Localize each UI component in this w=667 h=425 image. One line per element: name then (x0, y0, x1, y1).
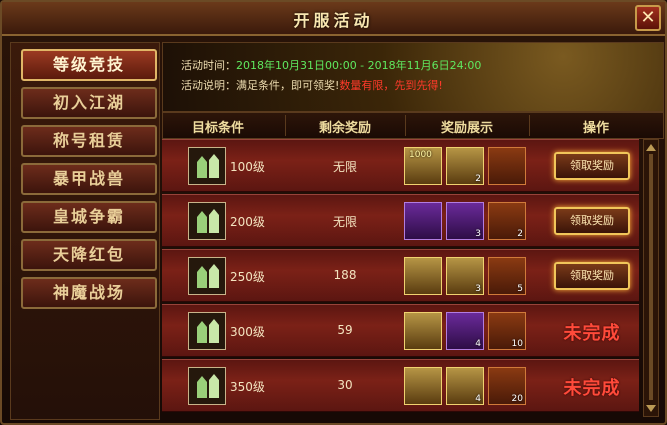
scrollbar[interactable] (643, 139, 659, 417)
reward-count: 5 (517, 284, 523, 294)
scroll-up-icon[interactable] (646, 144, 656, 151)
window-title: 开服活动 (293, 11, 374, 30)
target-level: 200级 (230, 215, 265, 229)
level-up-icon (188, 312, 226, 350)
table-row: 300级 59 4 10 未完成 (162, 304, 639, 357)
event-desc-label: 活动说明：满足条件，即可领奖! (181, 79, 340, 92)
reward-count: 2 (517, 229, 523, 239)
green-armor-icon[interactable] (404, 202, 442, 240)
orange-gem-icon[interactable]: 5 (488, 257, 526, 295)
header-divider (405, 115, 406, 136)
event-banner: 活动时间：2018年10月31日00:00 - 2018年11月6日24:00 … (162, 42, 664, 112)
table-row: 250级 188 3 5 领取奖励 (162, 249, 639, 302)
event-time-value: 2018年10月31日00:00 - 2018年11月6日24:00 (236, 59, 482, 72)
remaining-count: 188 (333, 268, 357, 282)
gold-ticket-icon[interactable]: 2 (446, 147, 484, 185)
reward-count: 2 (475, 174, 481, 184)
gold-ingot-icon[interactable]: 1000 (404, 147, 442, 185)
table-row: 100级 无限 1000 2 领取奖励 (162, 139, 639, 192)
close-button[interactable]: ✕ (635, 5, 661, 31)
event-desc-line: 活动说明：满足条件，即可领奖!数量有限，先到先得! (181, 77, 443, 93)
table-row: 200级 无限 3 2 领取奖励 (162, 194, 639, 247)
header-target: 目标条件 (191, 121, 244, 136)
level-up-icon (188, 367, 226, 405)
reward-count: 20 (511, 394, 523, 404)
gold-ticket-icon[interactable]: 3 (446, 257, 484, 295)
orange-gem-icon[interactable] (488, 147, 526, 185)
sidebar: 等级竞技 初入江湖 称号租赁 暴甲战兽 皇城争霸 天降红包 神魔战场 (10, 42, 160, 420)
gold-ticket-icon[interactable]: 4 (446, 367, 484, 405)
sidebar-item-title-rental[interactable]: 称号租赁 (21, 125, 157, 157)
orange-gem-icon[interactable]: 10 (488, 312, 526, 350)
reward-count: 3 (475, 284, 481, 294)
incomplete-status: 未完成 (563, 323, 621, 344)
claim-reward-button[interactable]: 领取奖励 (554, 207, 630, 235)
scroll-down-icon[interactable] (646, 405, 656, 412)
sidebar-item-city-war[interactable]: 皇城争霸 (21, 201, 157, 233)
header-divider (285, 115, 286, 136)
target-level: 100级 (230, 160, 265, 174)
header-divider (529, 115, 530, 136)
reward-count: 3 (475, 229, 481, 239)
orange-gem-icon[interactable]: 20 (488, 367, 526, 405)
green-helm-icon[interactable] (404, 312, 442, 350)
sidebar-item-armor-beast[interactable]: 暴甲战兽 (21, 163, 157, 195)
sidebar-item-battlefield[interactable]: 神魔战场 (21, 277, 157, 309)
level-up-icon (188, 202, 226, 240)
scroll-track[interactable] (649, 154, 653, 400)
level-up-icon (188, 257, 226, 295)
reward-count: 4 (475, 339, 481, 349)
event-time-label: 活动时间： (181, 59, 236, 72)
orange-gem-icon[interactable]: 2 (488, 202, 526, 240)
dagger-icon[interactable]: 3 (446, 202, 484, 240)
incomplete-status: 未完成 (563, 378, 621, 399)
remaining-count: 无限 (332, 160, 357, 174)
table-header: 目标条件 剩余奖励 奖励展示 操作 (162, 112, 664, 139)
claim-reward-button[interactable]: 领取奖励 (554, 262, 630, 290)
target-level: 300级 (230, 325, 265, 339)
sidebar-item-jianghu[interactable]: 初入江湖 (21, 87, 157, 119)
table-row: 350级 30 4 20 未完成 (162, 359, 639, 412)
event-time-line: 活动时间：2018年10月31日00:00 - 2018年11月6日24:00 (181, 57, 481, 73)
sidebar-item-level-race[interactable]: 等级竞技 (21, 49, 157, 81)
header-action: 操作 (582, 121, 609, 136)
green-helm-icon[interactable] (404, 257, 442, 295)
event-window: 开服活动 ✕ 等级竞技 初入江湖 称号租赁 暴甲战兽 皇城争霸 天降红包 神魔战… (0, 0, 667, 425)
target-level: 350级 (230, 380, 265, 394)
dagger-icon[interactable]: 4 (446, 312, 484, 350)
event-desc-highlight: 数量有限，先到先得! (339, 79, 443, 92)
reward-count: 10 (511, 339, 523, 349)
header-rewards: 奖励展示 (440, 121, 493, 136)
reward-label: 1000 (409, 150, 432, 160)
level-up-icon (188, 147, 226, 185)
reward-list: 100级 无限 1000 2 领取奖励 200级 无限 3 2 领取奖励 250… (162, 139, 639, 417)
sidebar-item-red-packet[interactable]: 天降红包 (21, 239, 157, 271)
target-level: 250级 (230, 270, 265, 284)
reward-count: 4 (475, 394, 481, 404)
title-bar: 开服活动 ✕ (2, 2, 665, 36)
claim-reward-button[interactable]: 领取奖励 (554, 152, 630, 180)
remaining-count: 30 (337, 378, 353, 392)
green-ring-icon[interactable] (404, 367, 442, 405)
remaining-count: 59 (337, 323, 353, 337)
header-remaining: 剩余奖励 (318, 121, 371, 136)
remaining-count: 无限 (332, 215, 357, 229)
